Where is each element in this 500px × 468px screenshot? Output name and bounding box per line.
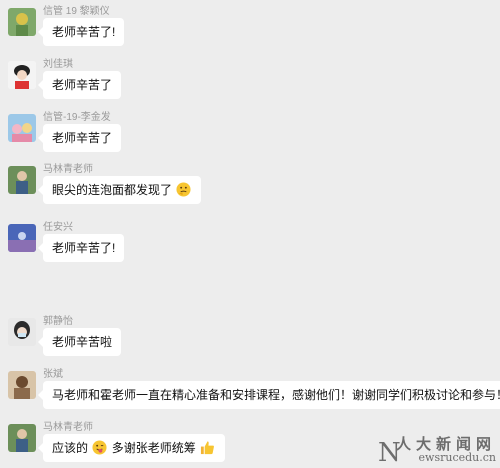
sender-name: 张斌	[43, 369, 63, 380]
message-bubble[interactable]: 眼尖的连泡面都发现了	[37, 176, 202, 204]
sender-name: 马林青老师	[43, 422, 93, 433]
sender-name: 信管 19 黎颖仪	[43, 6, 110, 17]
message-text: 应该的	[52, 441, 89, 455]
message-bubble[interactable]: 应该的 多谢张老师统筹	[37, 434, 226, 462]
message-text: 多谢张老师统筹	[111, 441, 196, 455]
avatar[interactable]	[8, 424, 36, 452]
site-watermark: 人大新闻网 ewsrucedu.cn N	[378, 435, 496, 468]
watermark-letter: N	[377, 438, 401, 468]
sender-name: 马林青老师	[43, 164, 93, 175]
avatar[interactable]	[8, 8, 36, 36]
watermark-chinese: 人大新闻网	[395, 435, 496, 453]
message-bubble[interactable]: 老师辛苦啦	[37, 328, 122, 356]
message-bubble[interactable]: 老师辛苦了!	[37, 18, 125, 46]
message-bubble[interactable]: 老师辛苦了	[37, 124, 122, 152]
sender-name: 任安兴	[43, 222, 73, 233]
avatar[interactable]	[8, 224, 36, 252]
message-bubble[interactable]: 老师辛苦了	[37, 71, 122, 99]
message-bubble[interactable]: 老师辛苦了!	[37, 234, 125, 262]
watermark-url: ewsrucedu.cn	[418, 451, 496, 464]
avatar[interactable]	[8, 371, 36, 399]
message-text: 老师辛苦了!	[52, 241, 116, 255]
tongue-wink-face-icon	[92, 440, 107, 455]
sender-name: 信管-19-李金发	[43, 112, 111, 123]
sender-name: 刘佳琪	[43, 59, 73, 70]
thinking-face-icon	[176, 182, 191, 197]
message-text: 老师辛苦了	[52, 78, 113, 92]
thumbs-up-icon	[200, 440, 215, 455]
message-text: 老师辛苦了	[52, 131, 113, 145]
message-text: 老师辛苦啦	[52, 335, 113, 349]
sender-name: 郭静怡	[43, 316, 73, 327]
avatar[interactable]	[8, 114, 36, 142]
message-text: 眼尖的连泡面都发现了	[52, 183, 173, 197]
message-text: 老师辛苦了!	[52, 25, 116, 39]
message-bubble[interactable]: 马老师和霍老师一直在精心准备和安排课程，感谢他们！谢谢同学们积极讨论和参与！	[37, 381, 500, 409]
avatar[interactable]	[8, 318, 36, 346]
avatar[interactable]	[8, 61, 36, 89]
message-text: 马老师和霍老师一直在精心准备和安排课程，感谢他们！谢谢同学们积极讨论和参与！	[52, 388, 500, 402]
avatar[interactable]	[8, 166, 36, 194]
